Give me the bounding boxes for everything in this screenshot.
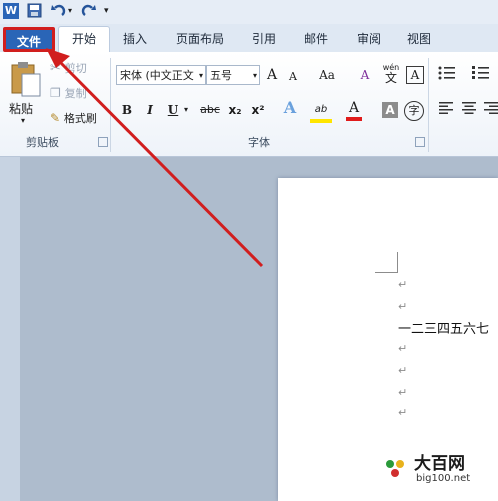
phonetic-guide-button[interactable]: wén 文 [380, 62, 402, 84]
numbering-button[interactable] [470, 66, 492, 85]
tab-references[interactable]: 引用 [243, 27, 285, 52]
align-right-icon [483, 102, 498, 114]
change-case-button[interactable]: Aa [316, 66, 338, 84]
char-shading-button[interactable]: A [382, 102, 398, 118]
char-border-button[interactable]: A [406, 66, 424, 84]
enclose-char-button[interactable]: 字 [404, 101, 424, 121]
align-right-button[interactable] [483, 101, 498, 119]
phonetic-char: 文 [384, 71, 397, 85]
tab-review[interactable]: 审阅 [348, 27, 390, 52]
chevron-down-icon: ▾ [252, 71, 257, 80]
paragraph-mark: ↵ [398, 386, 408, 399]
font-size-value: 五号 [210, 69, 232, 82]
paragraph-mark: ↵ [398, 364, 408, 377]
paintbrush-icon: ✎ [50, 111, 61, 125]
italic-button[interactable]: I [143, 101, 157, 119]
paragraph-mark: ↵ [398, 300, 408, 313]
paste-icon [11, 62, 41, 97]
tab-home[interactable]: 开始 [58, 26, 110, 52]
paste-dropdown-icon[interactable]: ▾ [21, 116, 25, 125]
font-color-button[interactable]: A [346, 99, 362, 121]
align-center-icon [462, 102, 476, 114]
word-app-icon[interactable]: W [3, 3, 19, 19]
quick-access-toolbar: W ▾ ▾ [0, 0, 498, 25]
font-size-combo[interactable]: 五号 ▾ [206, 65, 260, 85]
watermark-brand: 大百网 [414, 454, 465, 474]
tab-page-layout[interactable]: 页面布局 [168, 27, 232, 52]
watermark-url: big100.net [416, 473, 471, 484]
underline-dropdown-icon[interactable]: ▾ [182, 101, 190, 119]
underline-button[interactable]: U [166, 101, 180, 119]
grow-font-button[interactable]: A [265, 66, 279, 84]
format-painter-label: 格式刷 [63, 112, 97, 125]
undo-icon[interactable] [50, 3, 66, 19]
paste-button[interactable]: 粘贴 ▾ [6, 58, 42, 128]
bullets-button[interactable] [436, 66, 458, 85]
font-color-bar [346, 117, 362, 121]
copy-icon: ❐ [50, 86, 61, 100]
group-separator [110, 58, 111, 152]
copy-button[interactable]: ❐ 复制 [50, 85, 87, 101]
superscript-button[interactable]: x² [249, 101, 267, 119]
tab-view[interactable]: 视图 [398, 27, 440, 52]
font-group-label: 字体 [248, 136, 270, 149]
ribbon-tabs: 文件 开始 插入 页面布局 引用 邮件 审阅 视图 [0, 24, 498, 52]
cut-button[interactable]: ✂ 剪切 [50, 60, 87, 76]
paragraph-mark: ↵ [398, 406, 408, 419]
paragraph-mark: ↵ [398, 278, 408, 291]
font-name-combo[interactable]: 宋体 (中文正文 ▾ [116, 65, 206, 85]
clear-format-button[interactable]: A [358, 66, 372, 84]
text-effect-button[interactable]: A [282, 99, 298, 117]
scissors-icon: ✂ [50, 61, 61, 76]
font-dialog-launcher[interactable] [415, 137, 425, 147]
document-text-line: 一二三四五六七 [398, 322, 490, 337]
font-name-value: 宋体 (中文正文 [120, 69, 194, 82]
highlight-label: ab [314, 104, 328, 115]
clipboard-group-label: 剪贴板 [26, 136, 59, 149]
tab-file[interactable]: 文件 [3, 27, 55, 52]
copy-label: 复制 [64, 87, 87, 100]
bold-button[interactable]: B [120, 101, 134, 119]
cut-label: 剪切 [64, 62, 87, 75]
save-icon[interactable] [27, 3, 42, 19]
clipboard-dialog-launcher[interactable] [98, 137, 108, 147]
paragraph-mark: ↵ [398, 342, 408, 355]
vertical-ruler [0, 157, 20, 501]
bullet-list-icon [438, 66, 455, 80]
tab-mailings[interactable]: 邮件 [295, 27, 337, 52]
tab-insert[interactable]: 插入 [114, 27, 156, 52]
numbered-list-icon [472, 66, 489, 79]
group-separator [428, 58, 429, 152]
format-painter-button[interactable]: ✎ 格式刷 [50, 110, 97, 126]
customize-toolbar-icon[interactable]: ▾ [104, 3, 114, 19]
subscript-button[interactable]: x₂ [226, 101, 244, 119]
redo-icon[interactable] [81, 3, 97, 19]
strikethrough-button[interactable]: abc [198, 101, 222, 119]
align-left-button[interactable] [437, 101, 455, 119]
align-left-icon [439, 102, 453, 114]
watermark-logo [382, 455, 408, 481]
watermark: 大百网 big100.net [380, 447, 490, 491]
paste-label: 粘贴 [9, 102, 34, 116]
font-color-label: A [348, 100, 360, 116]
align-center-button[interactable] [460, 101, 478, 119]
margin-corner-mark [375, 252, 398, 273]
shrink-font-button[interactable]: A [287, 68, 299, 86]
highlight-color-bar [310, 119, 332, 123]
undo-dropdown-icon[interactable]: ▾ [68, 3, 74, 19]
highlight-button[interactable]: ab [310, 99, 332, 123]
chevron-down-icon: ▾ [198, 71, 203, 80]
